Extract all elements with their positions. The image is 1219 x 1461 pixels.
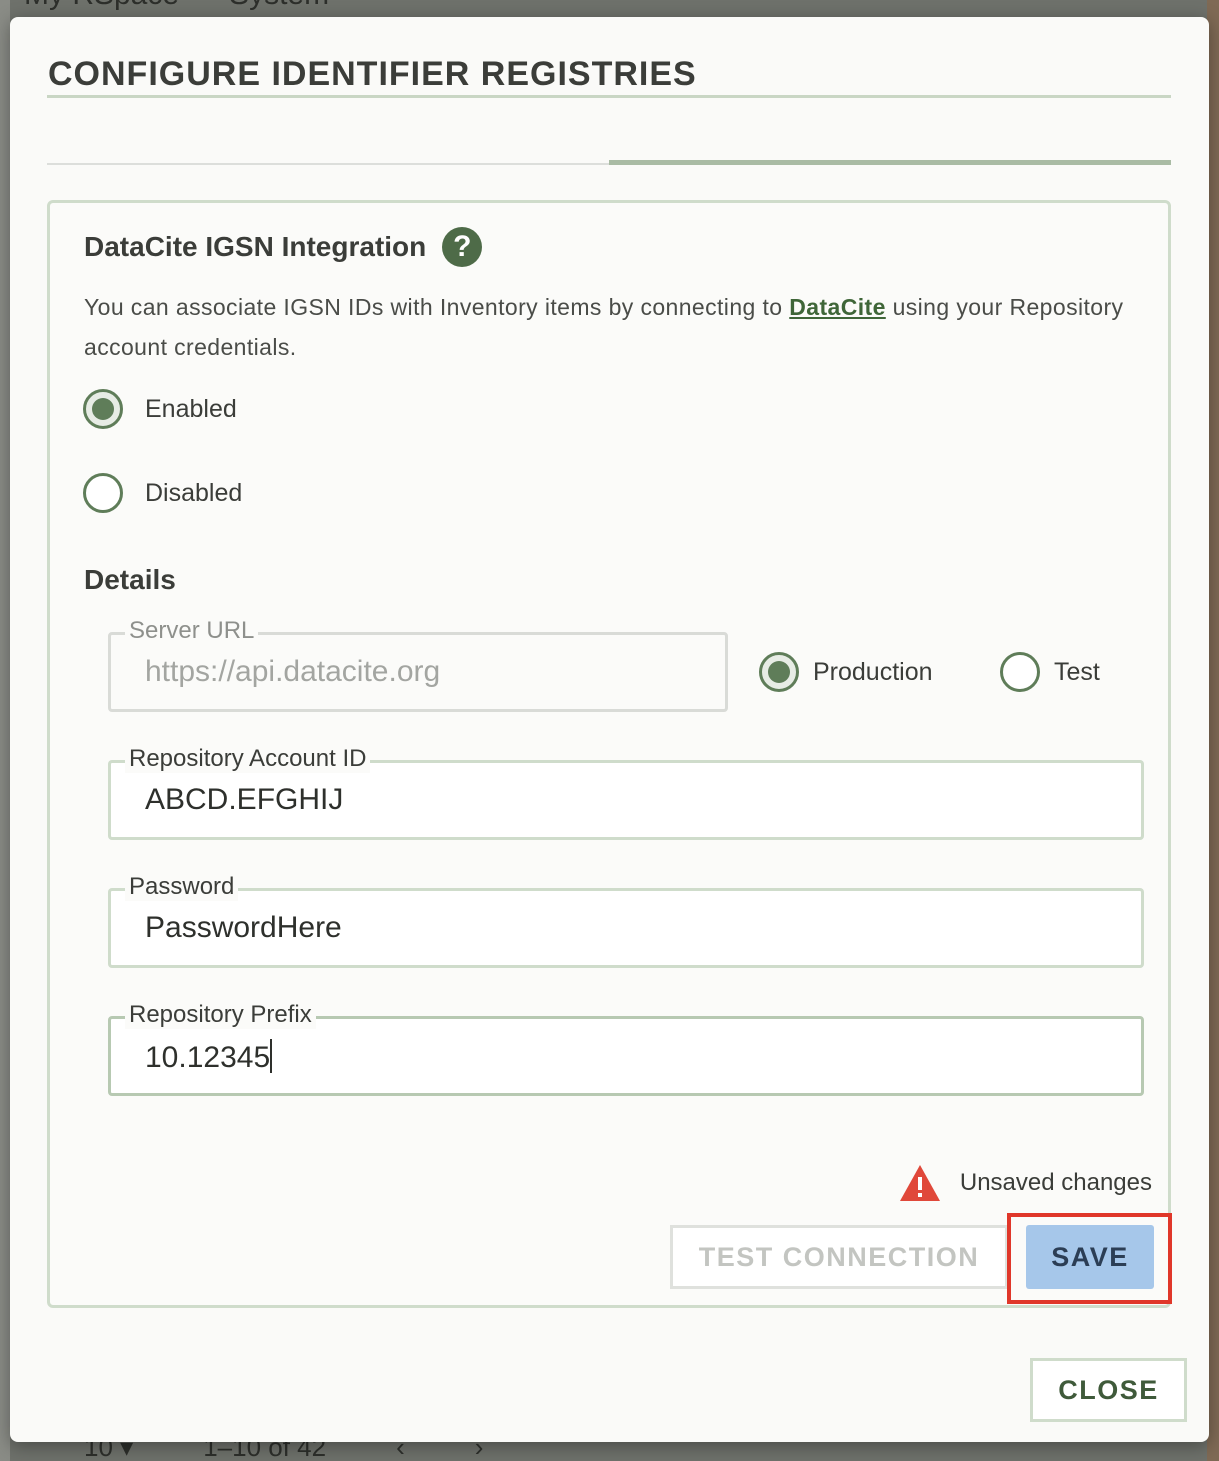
radio-checked-icon[interactable] (83, 389, 123, 429)
save-button[interactable]: SAVE (1026, 1225, 1154, 1289)
datacite-card: DataCite IGSN Integration ? You can asso… (47, 200, 1172, 1308)
radio-disabled[interactable]: Disabled (83, 473, 242, 513)
account-id-field[interactable]: Repository Account ID ABCD.EFGHIJ (108, 745, 1144, 840)
radio-disabled-label: Disabled (145, 478, 243, 507)
radio-production-label: Production (813, 657, 933, 686)
background-nav: My RSpace System (0, 0, 329, 18)
radio-test[interactable]: Test (1000, 652, 1100, 692)
background-nav-item: My RSpace (24, 0, 179, 18)
account-id-input[interactable]: ABCD.EFGHIJ (145, 783, 1121, 817)
server-url-label: Server URL (125, 617, 259, 645)
title-divider (47, 95, 1171, 98)
unsaved-changes-text: Unsaved changes (959, 1169, 1152, 1196)
background-nav-item: System (229, 0, 329, 18)
password-field[interactable]: Password PasswordHere (108, 873, 1144, 968)
password-label: Password (125, 873, 239, 901)
question-mark-icon[interactable]: ? (442, 227, 483, 267)
server-url-field: Server URL https://api.datacite.org (108, 617, 728, 712)
datacite-link[interactable]: DataCite (789, 294, 886, 320)
prefix-field[interactable]: Repository Prefix 10.12345 (108, 1001, 1144, 1096)
unsaved-changes: Unsaved changes (898, 1163, 1152, 1203)
configure-registries-dialog: CONFIGURE IDENTIFIER REGISTRIES DataCite… (10, 17, 1209, 1442)
active-tab-indicator[interactable] (609, 160, 1171, 165)
details-heading: Details (84, 564, 176, 595)
radio-enabled[interactable]: Enabled (83, 389, 237, 429)
background-left-edge (0, 0, 10, 1461)
test-connection-button[interactable]: TEST CONNECTION (670, 1225, 1008, 1289)
card-heading: DataCite IGSN Integration ? (84, 227, 483, 267)
server-url-input: https://api.datacite.org (145, 655, 441, 688)
radio-enabled-label: Enabled (145, 394, 237, 423)
account-id-label: Repository Account ID (125, 745, 371, 773)
card-heading-text: DataCite IGSN Integration (84, 231, 427, 262)
radio-checked-icon[interactable] (759, 652, 799, 692)
radio-unchecked-icon[interactable] (83, 473, 123, 513)
warning-icon (899, 1165, 940, 1201)
radio-unchecked-icon[interactable] (1000, 652, 1040, 692)
password-input[interactable]: PasswordHere (145, 911, 1121, 945)
radio-test-label: Test (1054, 657, 1100, 686)
prefix-input[interactable]: 10.12345 (145, 1039, 1121, 1075)
close-button[interactable]: CLOSE (1030, 1358, 1187, 1422)
text-caret (270, 1039, 273, 1073)
dialog-title: CONFIGURE IDENTIFIER REGISTRIES (48, 55, 697, 93)
prefix-label: Repository Prefix (125, 1001, 316, 1029)
card-description: You can associate IGSN IDs with Inventor… (84, 294, 1124, 360)
radio-production[interactable]: Production (759, 652, 933, 692)
